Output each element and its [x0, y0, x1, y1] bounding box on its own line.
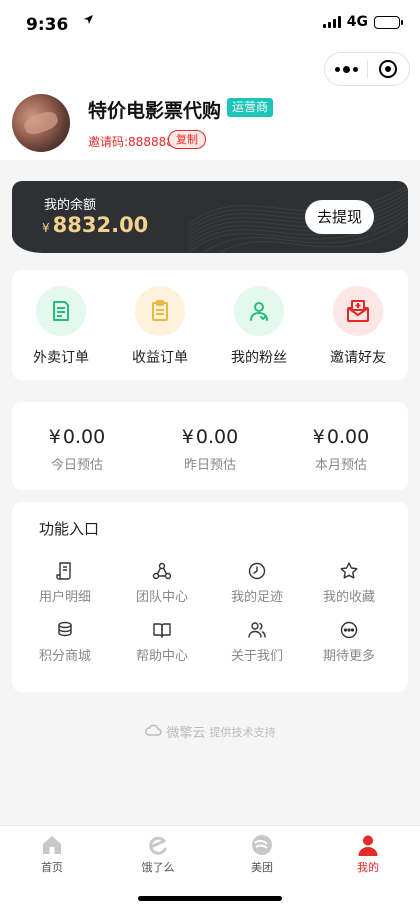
- func-label: 积分商城: [38, 649, 91, 664]
- withdraw-button[interactable]: 去提现: [304, 200, 374, 234]
- star-icon: [338, 560, 360, 582]
- signal-icon: [322, 16, 341, 28]
- powered-by-text: 提供技术支持: [209, 725, 276, 739]
- func-footprints[interactable]: 我的足迹: [212, 560, 302, 605]
- cloud-icon: [144, 723, 163, 740]
- estimate-value: ¥0.00: [145, 426, 275, 448]
- balance-label: 我的余额: [44, 198, 97, 213]
- copy-button[interactable]: 复制: [168, 130, 206, 149]
- tab-label: 我的: [357, 861, 379, 874]
- miniprogram-capsule: [324, 52, 410, 86]
- wave-pattern-icon: [188, 184, 408, 253]
- network-type: 4G: [346, 14, 368, 30]
- store-name: 特价电影票代购: [88, 100, 222, 122]
- func-label: 团队中心: [135, 590, 188, 605]
- clock-icon: [246, 560, 268, 582]
- tab-bar: 首页 饿了么 美团 我的: [0, 825, 420, 909]
- more-dots-icon[interactable]: [325, 53, 367, 85]
- meituan-icon: [249, 832, 275, 858]
- balance-amount: ¥8832.00: [42, 213, 148, 237]
- tab-eleme[interactable]: 饿了么: [118, 832, 198, 875]
- estimate-value: ¥0.00: [276, 426, 406, 448]
- clipboard-icon: [135, 286, 185, 336]
- coins-icon: [54, 619, 76, 641]
- order-item-earnings[interactable]: 收益订单: [115, 286, 205, 367]
- estimate-label: 昨日预估: [183, 458, 236, 473]
- invite-envelope-icon: [333, 286, 383, 336]
- order-label: 我的粉丝: [231, 350, 287, 366]
- balance-value: 8832.00: [52, 213, 149, 237]
- estimate-month[interactable]: ¥0.00 本月预估: [276, 426, 406, 473]
- estimate-amount: 0.00: [62, 426, 106, 448]
- func-label: 关于我们: [230, 649, 283, 664]
- brand-name: 微擎云: [166, 726, 206, 741]
- home-icon: [39, 832, 65, 858]
- fans-user-icon: [234, 286, 284, 336]
- status-time: 9:36: [26, 15, 69, 35]
- profile-icon: [355, 832, 381, 858]
- team-icon: [151, 560, 173, 582]
- users-icon: [246, 619, 268, 641]
- order-label: 邀请好友: [330, 350, 386, 366]
- estimate-value: ¥0.00: [12, 426, 142, 448]
- balance-card: 我的余额 ¥8832.00 去提现: [12, 181, 408, 253]
- estimate-today[interactable]: ¥0.00 今日预估: [12, 426, 142, 473]
- tab-label: 饿了么: [141, 861, 175, 874]
- func-label: 用户明细: [38, 590, 91, 605]
- func-label: 我的足迹: [230, 590, 283, 605]
- tab-home[interactable]: 首页: [12, 832, 92, 875]
- func-favorites[interactable]: 我的收藏: [304, 560, 394, 605]
- estimate-yesterday[interactable]: ¥0.00 昨日预估: [145, 426, 275, 473]
- scroll-icon: [54, 560, 76, 582]
- currency-symbol: ¥: [312, 426, 325, 448]
- tab-mine[interactable]: 我的: [328, 832, 408, 875]
- func-label: 期待更多: [322, 649, 375, 664]
- battery-icon: [374, 15, 403, 29]
- home-indicator: [138, 896, 282, 901]
- tab-label: 首页: [41, 861, 63, 874]
- invite-code: 邀请码:888888: [88, 135, 174, 149]
- status-indicators: 4G: [322, 14, 403, 30]
- func-label: 帮助中心: [135, 649, 188, 664]
- avatar[interactable]: [12, 94, 70, 152]
- close-target-icon[interactable]: [368, 53, 409, 85]
- estimate-amount: 0.00: [195, 426, 239, 448]
- balance-currency: ¥: [42, 221, 50, 235]
- func-help-center[interactable]: 帮助中心: [117, 619, 207, 664]
- estimate-label: 今日预估: [50, 458, 103, 473]
- functions-card: 功能入口 用户明细 团队中心 我的足迹 我的收藏 积分商城 帮助中心 关于我们 …: [12, 502, 408, 692]
- func-user-details[interactable]: 用户明细: [20, 560, 110, 605]
- func-label: 我的收藏: [322, 590, 375, 605]
- estimate-label: 本月预估: [314, 458, 367, 473]
- orders-card: 外卖订单 收益订单 我的粉丝 邀请好友: [12, 270, 408, 380]
- currency-symbol: ¥: [181, 426, 194, 448]
- status-bar: 9:36 4G: [0, 0, 420, 50]
- func-about-us[interactable]: 关于我们: [212, 619, 302, 664]
- order-label: 收益订单: [132, 350, 188, 366]
- order-item-fans[interactable]: 我的粉丝: [214, 286, 304, 367]
- func-more[interactable]: 期待更多: [304, 619, 394, 664]
- tab-meituan[interactable]: 美团: [222, 832, 302, 875]
- powered-by: 微擎云 提供技术支持: [0, 722, 420, 741]
- document-list-icon: [36, 286, 86, 336]
- book-icon: [151, 619, 173, 641]
- more-icon: [338, 619, 360, 641]
- currency-symbol: ¥: [48, 426, 61, 448]
- func-points-mall[interactable]: 积分商城: [20, 619, 110, 664]
- location-arrow-icon: [83, 14, 94, 28]
- order-item-takeout[interactable]: 外卖订单: [16, 286, 106, 367]
- estimate-amount: 0.00: [326, 426, 370, 448]
- tab-label: 美团: [251, 861, 273, 874]
- role-badge: 运营商: [227, 98, 274, 117]
- functions-title: 功能入口: [39, 520, 100, 538]
- order-label: 外卖订单: [33, 350, 89, 366]
- func-team-center[interactable]: 团队中心: [117, 560, 207, 605]
- order-item-invite[interactable]: 邀请好友: [313, 286, 403, 367]
- eleme-icon: [145, 832, 171, 858]
- estimates-card: ¥0.00 今日预估 ¥0.00 昨日预估 ¥0.00 本月预估: [12, 402, 408, 490]
